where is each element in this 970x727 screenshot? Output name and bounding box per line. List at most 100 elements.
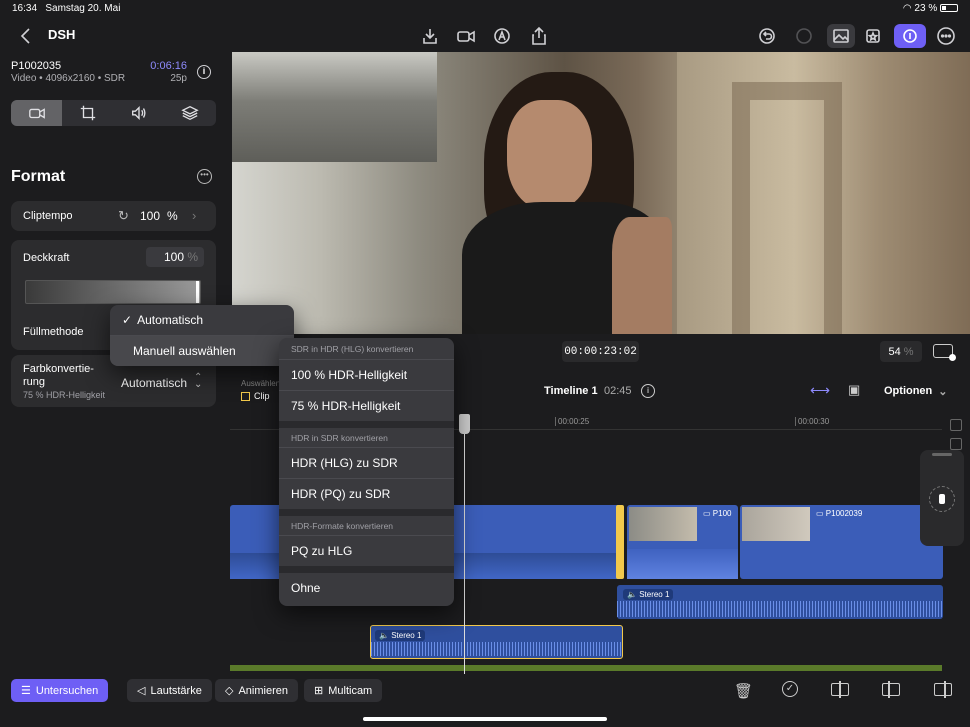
- favorites-icon[interactable]: [861, 24, 885, 48]
- timeline-info-icon[interactable]: i: [641, 384, 655, 398]
- chevron-down-icon: ⌄: [938, 386, 948, 398]
- status-time-date: 16:34 Samstag 20. Mai: [12, 3, 121, 14]
- layers-icon: [181, 105, 200, 121]
- color-conversion-label: Farbkonvertie-rung: [23, 363, 94, 388]
- clip-label-p100: ▭ P100: [703, 509, 732, 518]
- audio-waveform: [627, 549, 738, 579]
- menu-item-75-hdr[interactable]: 75 % HDR-Helligkeit: [279, 391, 454, 421]
- animate-button[interactable]: ◇ Animieren: [215, 679, 298, 702]
- chevron-right-icon: ›: [192, 208, 197, 223]
- clip-name: P1002035: [11, 60, 62, 72]
- zoom-out-icon[interactable]: [950, 419, 962, 431]
- timeline-view-icon[interactable]: ▣: [848, 382, 860, 398]
- status-battery: ◠ 23 %: [903, 3, 958, 14]
- background-field-picture: [232, 52, 437, 162]
- aspect-icon[interactable]: [933, 344, 956, 361]
- audio-clip-label: 🔈 Stereo 1: [375, 630, 426, 641]
- battery-icon: [940, 4, 958, 13]
- clip-thumbnail: [629, 507, 697, 541]
- home-indicator[interactable]: [363, 717, 607, 721]
- import-icon[interactable]: [418, 24, 442, 48]
- sliders-icon: ☰: [21, 685, 31, 697]
- person-shoulder: [612, 217, 672, 334]
- opacity-label: Deckkraft: [23, 252, 70, 264]
- clip-select[interactable]: Clip: [241, 391, 270, 401]
- cliptempo-label: Cliptempo: [23, 210, 73, 222]
- menu-header-hdr-formats: HDR-Formate konvertieren: [291, 520, 394, 531]
- menu-item-automatic[interactable]: ✓ Automatisch: [110, 305, 294, 335]
- cliptempo-unit: %: [167, 209, 178, 223]
- section-more-icon[interactable]: •••: [197, 169, 212, 184]
- opacity-value: 100: [163, 250, 184, 264]
- top-toolbar: DSH: [0, 18, 970, 52]
- opacity-input[interactable]: 100 %: [146, 247, 204, 267]
- more-options-icon[interactable]: [934, 24, 958, 48]
- timeline-range-bar: [230, 665, 942, 671]
- retime-icon: ↻: [118, 208, 129, 223]
- zoom-in-icon[interactable]: [950, 438, 962, 450]
- inspect-button[interactable]: ☰ Untersuchen: [11, 679, 109, 702]
- keyframe-icon: ◇: [225, 685, 234, 697]
- speaker-icon: [132, 105, 146, 121]
- status-bar: 16:34 Samstag 20. Mai ◠ 23 %: [0, 0, 970, 18]
- photos-icon[interactable]: [827, 24, 855, 48]
- inspector-icon[interactable]: [894, 24, 926, 48]
- grid-icon: ⊞: [314, 685, 324, 697]
- inspector-tabs: [11, 100, 216, 126]
- select-label: Auswählen: [241, 379, 281, 388]
- cliptempo-row[interactable]: Cliptempo ↻ 100 % ›: [11, 201, 216, 231]
- menu-item-hlg-to-sdr[interactable]: HDR (HLG) zu SDR: [279, 448, 454, 478]
- tab-layers[interactable]: [165, 100, 216, 126]
- back-chevron-icon[interactable]: [14, 24, 38, 48]
- menu-item-pq-to-hlg[interactable]: PQ zu HLG: [279, 536, 454, 566]
- voiceover-icon[interactable]: [490, 24, 514, 48]
- video-clip-p100[interactable]: ▭ P100: [627, 505, 738, 579]
- opacity-slider[interactable]: [25, 280, 201, 304]
- audio-clip-stereo-2[interactable]: 🔈 Stereo 1: [370, 625, 623, 659]
- tab-video[interactable]: [11, 100, 63, 126]
- options-menu[interactable]: Optionen ⌄: [884, 385, 948, 398]
- menu-item-manual[interactable]: Manuell auswählen: [110, 336, 294, 366]
- trim-end-icon[interactable]: [934, 681, 952, 698]
- viewer-timecode[interactable]: 00:00:23:02: [562, 341, 639, 362]
- checkmark-circle-icon[interactable]: ✓: [782, 681, 798, 697]
- redo-icon[interactable]: [792, 24, 816, 48]
- split-clip-icon[interactable]: [831, 681, 849, 698]
- clip-trim-handle[interactable]: [616, 505, 624, 579]
- tab-crop[interactable]: [62, 100, 113, 126]
- project-title: DSH: [48, 27, 76, 42]
- opacity-slider-handle[interactable]: [196, 281, 199, 303]
- camera-icon[interactable]: [454, 24, 478, 48]
- menu-item-none[interactable]: Ohne: [279, 573, 454, 602]
- crop-icon: [80, 105, 96, 121]
- snapping-icon[interactable]: ⟷: [810, 382, 830, 399]
- video-viewer[interactable]: [232, 52, 970, 334]
- ruler-mark-1: 00:00:25: [555, 417, 589, 426]
- menu-item-100-hdr[interactable]: 100 % HDR-Helligkeit: [279, 360, 454, 390]
- section-title: Format: [11, 168, 66, 185]
- trash-icon[interactable]: 🗑: [734, 682, 753, 700]
- zoom-slider-panel: [920, 450, 964, 546]
- wifi-icon: ◠: [902, 3, 912, 14]
- undo-icon[interactable]: [755, 24, 779, 48]
- audio-clip-stereo-1[interactable]: 🔈 Stereo 1: [617, 585, 943, 619]
- video-clip-p1002039[interactable]: ▭ P1002039: [740, 505, 943, 579]
- info-icon[interactable]: i: [197, 65, 211, 79]
- playhead[interactable]: [464, 414, 465, 674]
- volume-button[interactable]: ◁ Lautstärke: [127, 679, 212, 702]
- multicam-button[interactable]: ⊞ Multicam: [304, 679, 383, 702]
- zoom-unit: %: [903, 345, 914, 358]
- audio-waveform: [617, 601, 943, 617]
- detach-audio-icon[interactable]: [882, 681, 900, 698]
- zoom-field[interactable]: 54%: [880, 341, 922, 362]
- playhead-handle[interactable]: [459, 414, 470, 434]
- opacity-unit: %: [187, 250, 198, 264]
- hdr-conversion-menu: SDR in HDR (HLG) konvertieren 100 % HDR-…: [279, 338, 454, 606]
- blend-label: Füllmethode: [23, 326, 84, 338]
- menu-item-pq-to-sdr[interactable]: HDR (PQ) zu SDR: [279, 479, 454, 509]
- audio-waveform: [371, 642, 622, 656]
- color-conversion-sub: 75 % HDR-Helligkeit: [23, 390, 106, 400]
- tab-audio[interactable]: [114, 100, 165, 126]
- zoom-dial[interactable]: [929, 486, 955, 512]
- share-icon[interactable]: [527, 24, 551, 48]
